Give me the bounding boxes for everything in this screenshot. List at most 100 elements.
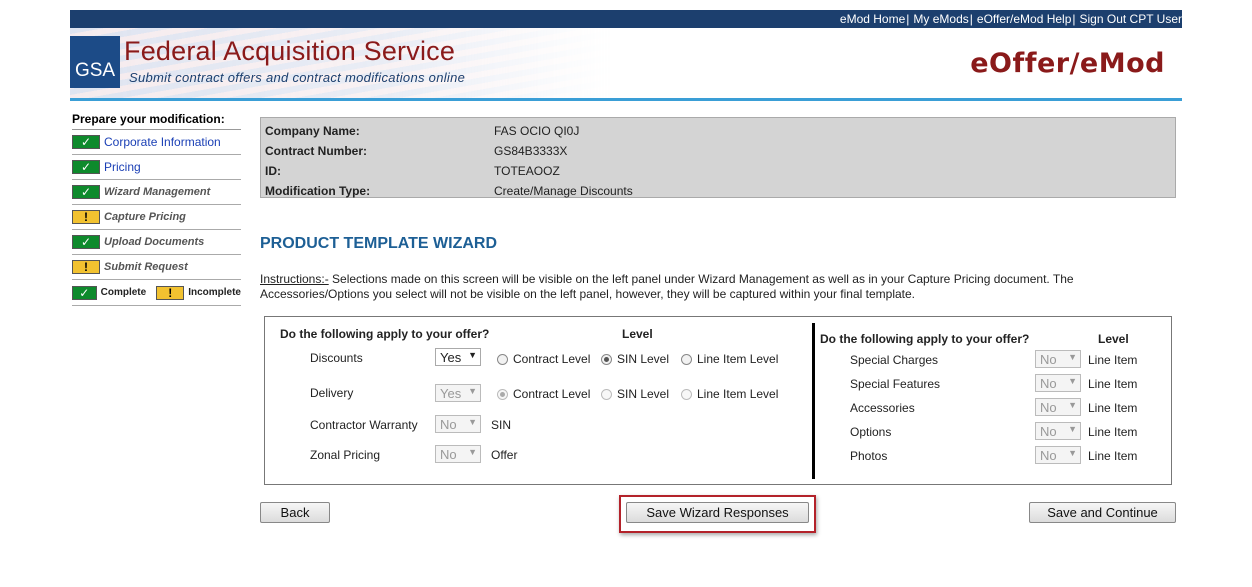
page-title: PRODUCT TEMPLATE WIZARD <box>260 235 498 252</box>
nav-separator: | <box>969 12 973 26</box>
instructions-text: Instructions:- Selections made on this s… <box>260 272 1160 302</box>
options-value: No <box>1040 423 1057 439</box>
status-legend: ✓ Complete ! Incomplete <box>72 280 241 306</box>
discounts-select[interactable]: Yes ▼ <box>435 348 481 366</box>
sidebar-item-pricing[interactable]: ✓ Pricing <box>72 155 241 180</box>
legend-complete-label: Complete <box>100 287 147 298</box>
check-icon: ✓ <box>72 160 100 174</box>
delivery-select-value: Yes <box>440 385 462 401</box>
right-question-header: Do the following apply to your offer? <box>820 332 1030 346</box>
sign-out-link[interactable]: Sign Out CPT User <box>1080 12 1182 26</box>
special-features-select[interactable]: No ▼ <box>1035 374 1081 392</box>
chevron-down-icon: ▼ <box>1068 400 1077 410</box>
radio-icon <box>681 353 692 365</box>
sidebar-item-wizard-management: ✓ Wizard Management <box>72 180 241 205</box>
sidebar-item-label[interactable]: Pricing <box>104 160 141 174</box>
options-level: Line Item <box>1088 425 1138 439</box>
company-name-label: Company Name: <box>265 124 360 138</box>
chevron-down-icon: ▼ <box>1068 448 1077 458</box>
special-charges-value: No <box>1040 351 1057 367</box>
delivery-line-item-level-radio[interactable]: Line Item Level <box>681 387 778 401</box>
wizard-panel: Do the following apply to your offer? Le… <box>264 316 1172 485</box>
special-features-value: No <box>1040 375 1057 391</box>
discounts-contract-level-radio[interactable]: Contract Level <box>497 352 590 366</box>
warning-icon: ! <box>156 285 185 300</box>
radio-icon <box>601 353 612 365</box>
emod-home-link[interactable]: eMod Home <box>840 12 905 26</box>
org-title: Federal Acquisition Service <box>124 36 456 66</box>
radio-icon <box>497 388 508 400</box>
instructions-body: Selections made on this screen will be v… <box>260 272 1074 301</box>
warranty-select[interactable]: No ▼ <box>435 415 481 433</box>
sidebar-item-label[interactable]: Corporate Information <box>104 135 221 149</box>
nav-separator: | <box>1072 12 1076 26</box>
help-link[interactable]: eOffer/eMod Help <box>977 12 1072 26</box>
radio-label: Contract Level <box>513 352 591 366</box>
options-select[interactable]: No ▼ <box>1035 422 1081 440</box>
warranty-select-value: No <box>440 416 457 432</box>
zonal-pricing-select[interactable]: No ▼ <box>435 445 481 463</box>
delivery-label: Delivery <box>310 386 354 400</box>
id-value: TOTEAOOZ <box>494 164 560 178</box>
my-emods-link[interactable]: My eMods <box>913 12 968 26</box>
radio-icon <box>601 388 612 400</box>
zonal-pricing-level: Offer <box>491 448 518 462</box>
zonal-select-value: No <box>440 446 457 462</box>
sidebar-item-label: Upload Documents <box>104 236 205 248</box>
warranty-label: Contractor Warranty <box>310 418 418 432</box>
gsa-logo: GSA <box>70 36 120 88</box>
radio-icon <box>497 353 508 365</box>
radio-label: Line Item Level <box>697 387 779 401</box>
zonal-pricing-label: Zonal Pricing <box>310 448 381 462</box>
save-and-continue-button[interactable]: Save and Continue <box>1029 502 1176 523</box>
contract-number-value: GS84B3333X <box>494 144 568 158</box>
sidebar-item-corporate-information[interactable]: ✓ Corporate Information <box>72 130 241 155</box>
back-button[interactable]: Back <box>260 502 330 523</box>
radio-label: SIN Level <box>617 352 670 366</box>
radio-label: Contract Level <box>513 387 591 401</box>
warning-icon: ! <box>72 260 100 274</box>
right-level-header: Level <box>1098 332 1129 346</box>
app-title: eOffer/eMod <box>970 48 1165 79</box>
modification-type-label: Modification Type: <box>265 184 371 198</box>
delivery-sin-level-radio[interactable]: SIN Level <box>601 387 669 401</box>
options-label: Options <box>850 425 892 439</box>
special-charges-level: Line Item <box>1088 353 1138 367</box>
radio-label: Line Item Level <box>697 352 779 366</box>
panel-divider <box>812 323 815 479</box>
photos-level: Line Item <box>1088 449 1138 463</box>
sidebar: Prepare your modification: ✓ Corporate I… <box>72 112 241 306</box>
sidebar-item-capture-pricing: ! Capture Pricing <box>72 205 241 230</box>
sidebar-title: Prepare your modification: <box>72 112 241 130</box>
check-icon: ✓ <box>72 135 100 149</box>
company-name-value: FAS OCIO QI0J <box>494 124 580 138</box>
check-icon: ✓ <box>72 285 97 300</box>
left-level-header: Level <box>622 327 653 341</box>
photos-value: No <box>1040 447 1057 463</box>
sidebar-item-upload-documents: ✓ Upload Documents <box>72 230 241 255</box>
info-row: ID: TOTEAOOZ <box>265 161 1171 181</box>
special-charges-select[interactable]: No ▼ <box>1035 350 1081 368</box>
save-wizard-responses-button[interactable]: Save Wizard Responses <box>626 502 809 523</box>
accessories-select[interactable]: No ▼ <box>1035 398 1081 416</box>
accessories-value: No <box>1040 399 1057 415</box>
org-subtitle: Submit contract offers and contract modi… <box>129 70 466 85</box>
special-features-level: Line Item <box>1088 377 1138 391</box>
photos-select[interactable]: No ▼ <box>1035 446 1081 464</box>
chevron-down-icon: ▼ <box>1068 352 1077 362</box>
delivery-select[interactable]: Yes ▼ <box>435 384 481 402</box>
photos-label: Photos <box>850 449 888 463</box>
discounts-label: Discounts <box>310 351 363 365</box>
delivery-contract-level-radio[interactable]: Contract Level <box>497 387 590 401</box>
chevron-down-icon: ▼ <box>468 417 477 427</box>
instructions-lead: Instructions:- <box>260 272 329 286</box>
chevron-down-icon: ▼ <box>1068 376 1077 386</box>
discounts-line-item-level-radio[interactable]: Line Item Level <box>681 352 778 366</box>
top-nav-bar: eMod Home| My eMods| eOffer/eMod Help| Sign… <box>70 10 1182 28</box>
id-label: ID: <box>265 164 281 178</box>
modification-type-value: Create/Manage Discounts <box>494 184 633 198</box>
discounts-sin-level-radio[interactable]: SIN Level <box>601 352 669 366</box>
info-row: Modification Type: Create/Manage Discoun… <box>265 181 1171 201</box>
info-row: Contract Number: GS84B3333X <box>265 141 1171 161</box>
accessories-level: Line Item <box>1088 401 1138 415</box>
